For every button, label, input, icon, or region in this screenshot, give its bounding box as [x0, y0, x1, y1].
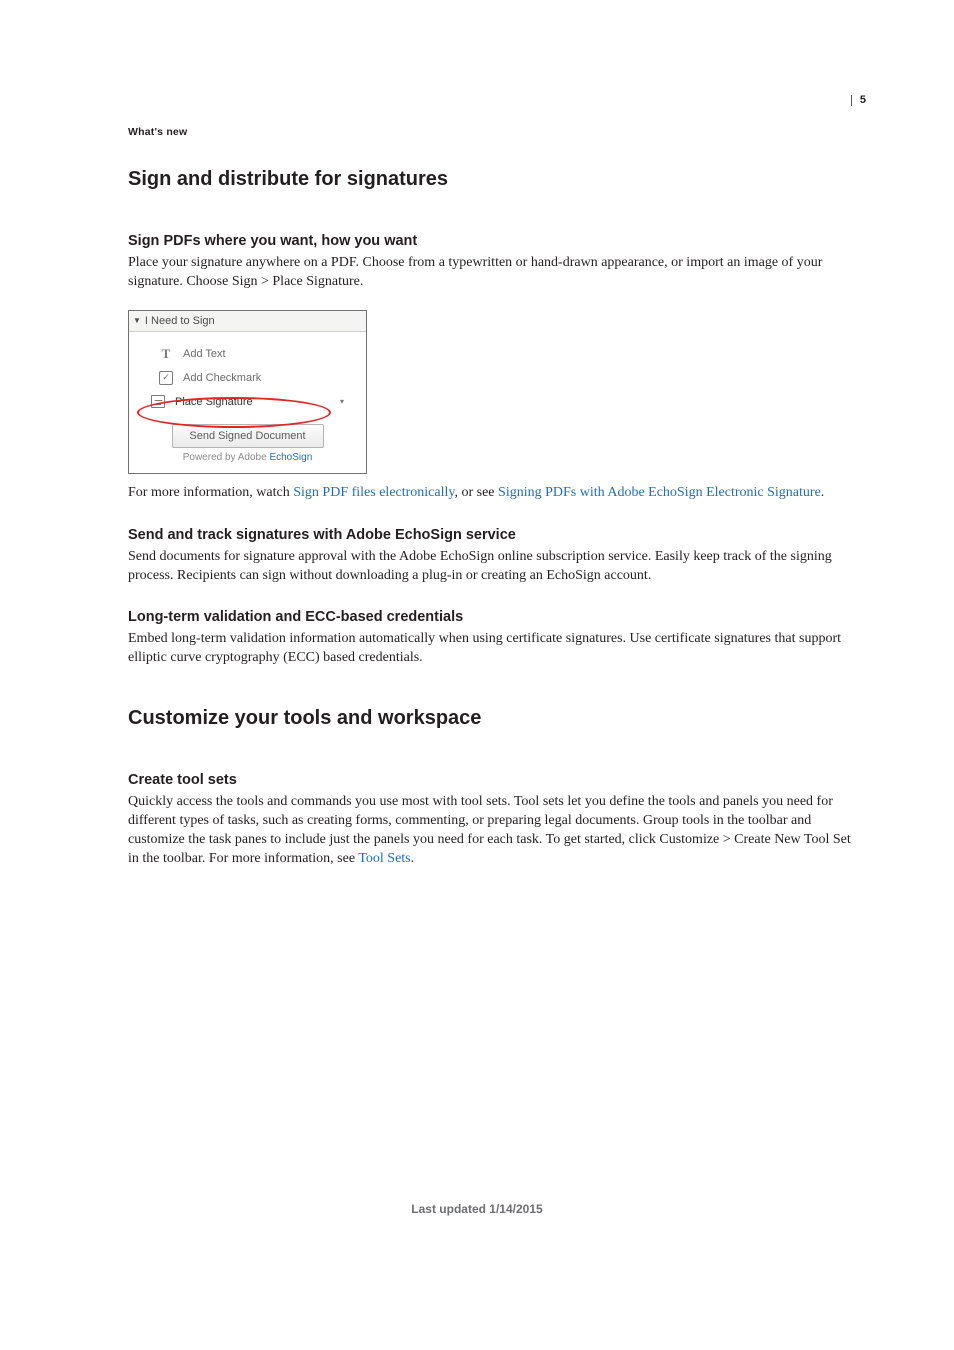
- text-fragment: .: [411, 851, 415, 866]
- sign-panel-header: ▼ I Need to Sign: [129, 311, 366, 332]
- text-icon: T: [159, 347, 173, 361]
- panel-item-place-signature: Place Signature ▾: [129, 390, 366, 414]
- checkmark-icon: ✓: [159, 371, 173, 385]
- signature-icon: [151, 395, 165, 409]
- heading-sign-pdfs: Sign PDFs where you want, how you want: [128, 233, 858, 249]
- text-fragment: , or see: [454, 485, 498, 500]
- sign-panel-figure: ▼ I Need to Sign T Add Text ✓ Add Checkm…: [128, 310, 367, 474]
- paragraph: For more information, watch Sign PDF fil…: [128, 484, 858, 503]
- triangle-down-icon: ▼: [133, 316, 141, 325]
- heading-long-term-validation: Long-term validation and ECC-based crede…: [128, 609, 858, 625]
- heading-customize-tools: Customize your tools and workspace: [128, 707, 858, 730]
- powered-by-text: Powered by Adobe EchoSign: [129, 451, 366, 463]
- send-signed-doc-button: Send Signed Document: [172, 424, 324, 448]
- paragraph: Quickly access the tools and commands yo…: [128, 793, 858, 869]
- panel-item-label: Add Checkmark: [183, 372, 261, 384]
- heading-create-tool-sets: Create tool sets: [128, 772, 858, 788]
- sign-panel-body: T Add Text ✓ Add Checkmark Place Signatu…: [129, 332, 366, 473]
- running-head: What's new: [128, 126, 187, 138]
- link-sign-electronically[interactable]: Sign PDF files electronically: [293, 485, 454, 500]
- echosign-link-text: EchoSign: [269, 452, 312, 463]
- panel-item-add-checkmark: ✓ Add Checkmark: [129, 366, 366, 390]
- panel-item-add-text: T Add Text: [129, 342, 366, 366]
- panel-item-label: Place Signature: [175, 396, 253, 408]
- dropdown-caret-icon: ▾: [340, 397, 344, 406]
- sign-panel-title: I Need to Sign: [145, 315, 215, 327]
- powered-by-prefix: Powered by Adobe: [183, 452, 270, 463]
- heading-sign-distribute: Sign and distribute for signatures: [128, 168, 858, 191]
- link-echosign-signature[interactable]: Signing PDFs with Adobe EchoSign Electro…: [498, 485, 821, 500]
- text-fragment: Quickly access the tools and commands yo…: [128, 794, 851, 866]
- paragraph: Send documents for signature approval wi…: [128, 548, 858, 586]
- page-footer: Last updated 1/14/2015: [0, 1202, 954, 1216]
- paragraph: Place your signature anywhere on a PDF. …: [128, 254, 858, 292]
- page-number: 5: [851, 95, 866, 106]
- text-fragment: For more information, watch: [128, 485, 293, 500]
- link-tool-sets[interactable]: Tool Sets: [358, 851, 410, 866]
- panel-item-label: Add Text: [183, 348, 226, 360]
- heading-send-track: Send and track signatures with Adobe Ech…: [128, 527, 858, 543]
- main-content: Sign and distribute for signatures Sign …: [128, 168, 858, 883]
- text-fragment: .: [821, 485, 825, 500]
- paragraph: Embed long-term validation information a…: [128, 630, 858, 668]
